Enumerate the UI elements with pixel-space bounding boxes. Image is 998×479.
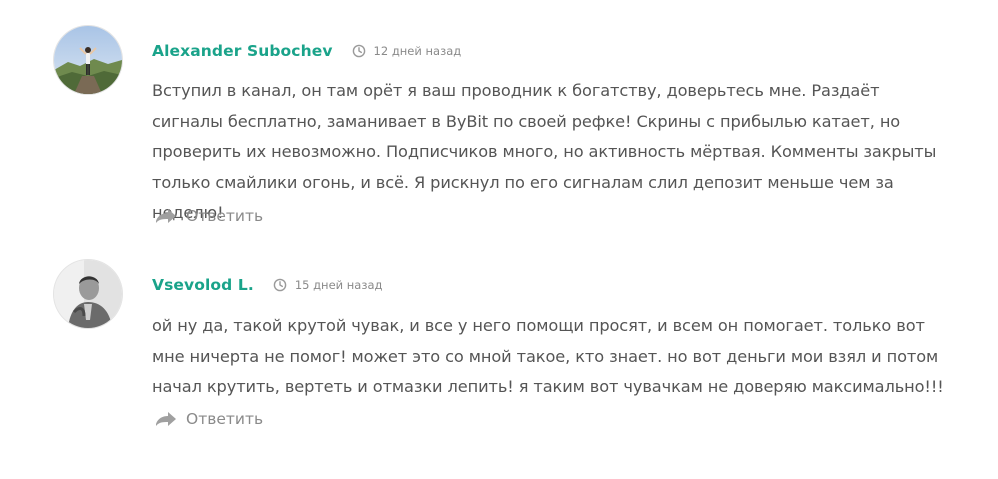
comment-header: Alexander Subochev 12 дней назад — [152, 39, 461, 63]
reply-button[interactable]: Ответить — [154, 410, 263, 428]
reply-button[interactable]: Ответить — [154, 207, 263, 225]
avatar-image — [54, 260, 122, 328]
reply-label: Ответить — [186, 207, 264, 225]
comment-time: 12 дней назад — [373, 44, 462, 58]
comment-author[interactable]: Alexander Subochev — [152, 42, 333, 60]
comment-text: Вступил в канал, он там орёт я ваш прово… — [152, 81, 937, 222]
clock-icon — [273, 278, 287, 292]
avatar — [54, 260, 122, 328]
clock-icon — [352, 44, 366, 58]
reply-label: Ответить — [186, 410, 264, 428]
reply-arrow-icon — [154, 207, 178, 225]
comment-time: 15 дней назад — [294, 278, 383, 292]
avatar — [54, 26, 122, 94]
avatar-image — [54, 26, 122, 94]
reply-arrow-icon — [154, 410, 178, 428]
comment-text: ой ну да, такой крутой чувак, и все у не… — [152, 316, 944, 396]
comment-author[interactable]: Vsevolod L. — [152, 276, 254, 294]
comment-header: Vsevolod L. 15 дней назад — [152, 273, 382, 297]
